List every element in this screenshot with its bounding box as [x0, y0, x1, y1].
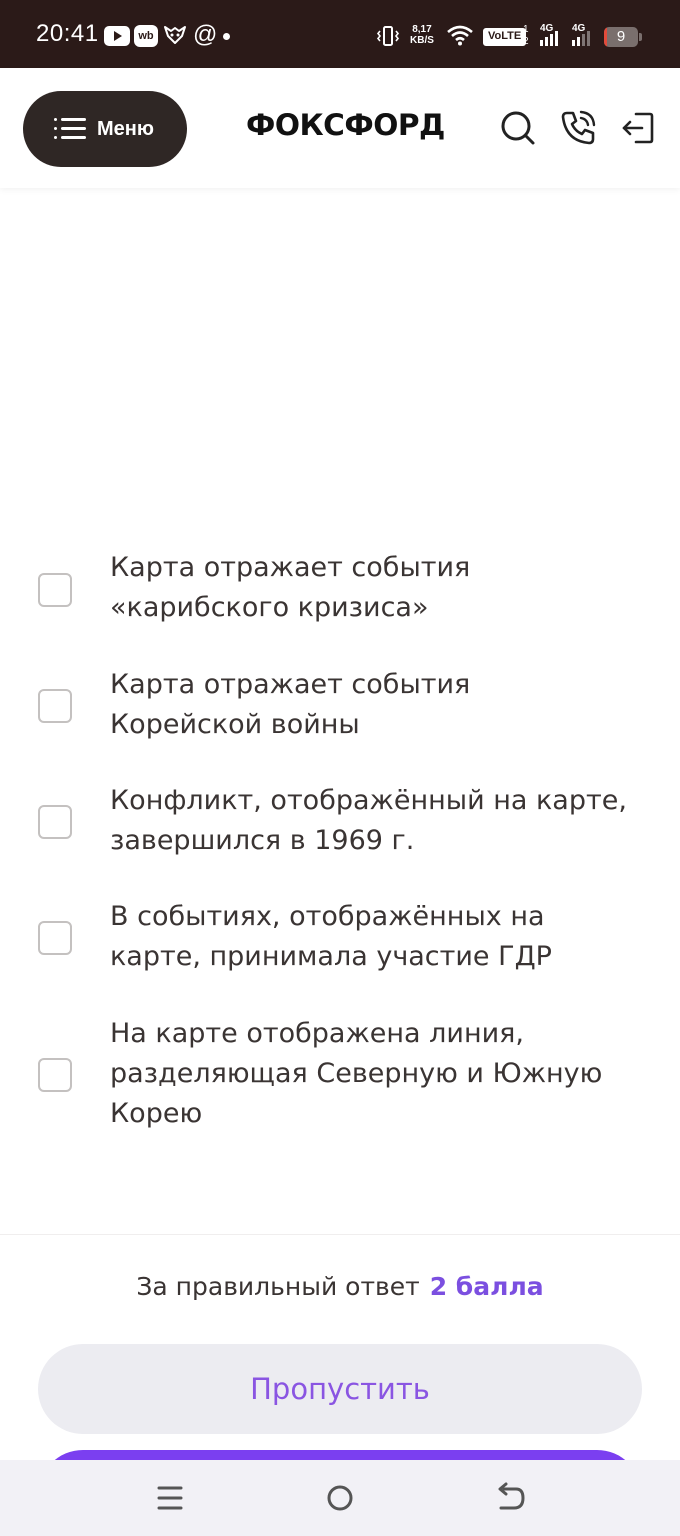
option-text: Карта отражает события «карибского кризи… — [110, 552, 471, 623]
login-icon[interactable] — [618, 108, 658, 148]
option-checkbox[interactable] — [38, 573, 72, 607]
wb-icon: wb — [134, 25, 158, 47]
notification-dot-icon — [223, 33, 230, 40]
option-checkbox[interactable] — [38, 689, 72, 723]
option-text: В событиях, отображённых на карте, прини… — [110, 901, 552, 972]
phone-icon[interactable] — [558, 108, 598, 148]
menu-label: Меню — [97, 117, 154, 140]
battery-icon: 9 — [604, 27, 638, 47]
volte-badge: VoLTE — [483, 28, 527, 46]
fox-icon — [162, 22, 188, 54]
points-value: 2 балла — [429, 1272, 544, 1301]
footer-divider — [0, 1234, 680, 1235]
skip-button[interactable]: Пропустить — [38, 1344, 642, 1434]
network-type-2: 4G — [572, 23, 586, 34]
menu-button[interactable]: Меню — [23, 91, 187, 167]
signal-icon: 4G — [572, 24, 596, 48]
menu-icon — [54, 116, 86, 142]
option-checkbox[interactable] — [38, 921, 72, 955]
option-text: Конфликт, отображённый на карте, заверши… — [110, 785, 627, 856]
battery-level: 9 — [616, 28, 626, 45]
option-checkbox[interactable] — [38, 1058, 72, 1092]
net-speed: 8,17 KB/S — [410, 24, 434, 46]
status-bar: 20:41 wb @ 8,17 KB/S VoLTE 12 4G 4G 9 — [0, 0, 680, 68]
status-time: 20:41 — [36, 20, 99, 47]
recents-icon[interactable] — [152, 1480, 188, 1516]
net-speed-unit: KB/S — [410, 35, 434, 46]
sim-slots: 12 — [523, 24, 529, 47]
logo[interactable]: ФОКСФОРД — [246, 108, 445, 142]
wifi-icon — [446, 24, 474, 46]
network-type-1: 4G — [540, 23, 554, 34]
site-header: Меню ФОКСФОРД — [0, 68, 680, 188]
points-info: За правильный ответ 2 балла — [0, 1272, 680, 1301]
battery-tip — [639, 33, 642, 41]
option-checkbox[interactable] — [38, 805, 72, 839]
system-nav-bar — [0, 1460, 680, 1536]
at-icon: @ — [193, 21, 218, 48]
option-text: На карте отображена линия, разделяющая С… — [110, 1018, 603, 1129]
net-speed-value: 8,17 — [412, 24, 432, 35]
youtube-icon — [104, 26, 130, 46]
search-icon[interactable] — [498, 108, 538, 148]
home-icon[interactable] — [322, 1480, 358, 1516]
signal-icon: 4G — [540, 24, 564, 48]
option-text: Карта отражает события Корейской войны — [110, 669, 471, 740]
points-label: За правильный ответ — [136, 1272, 420, 1301]
back-icon[interactable] — [492, 1480, 528, 1516]
vibrate-icon — [376, 24, 400, 48]
